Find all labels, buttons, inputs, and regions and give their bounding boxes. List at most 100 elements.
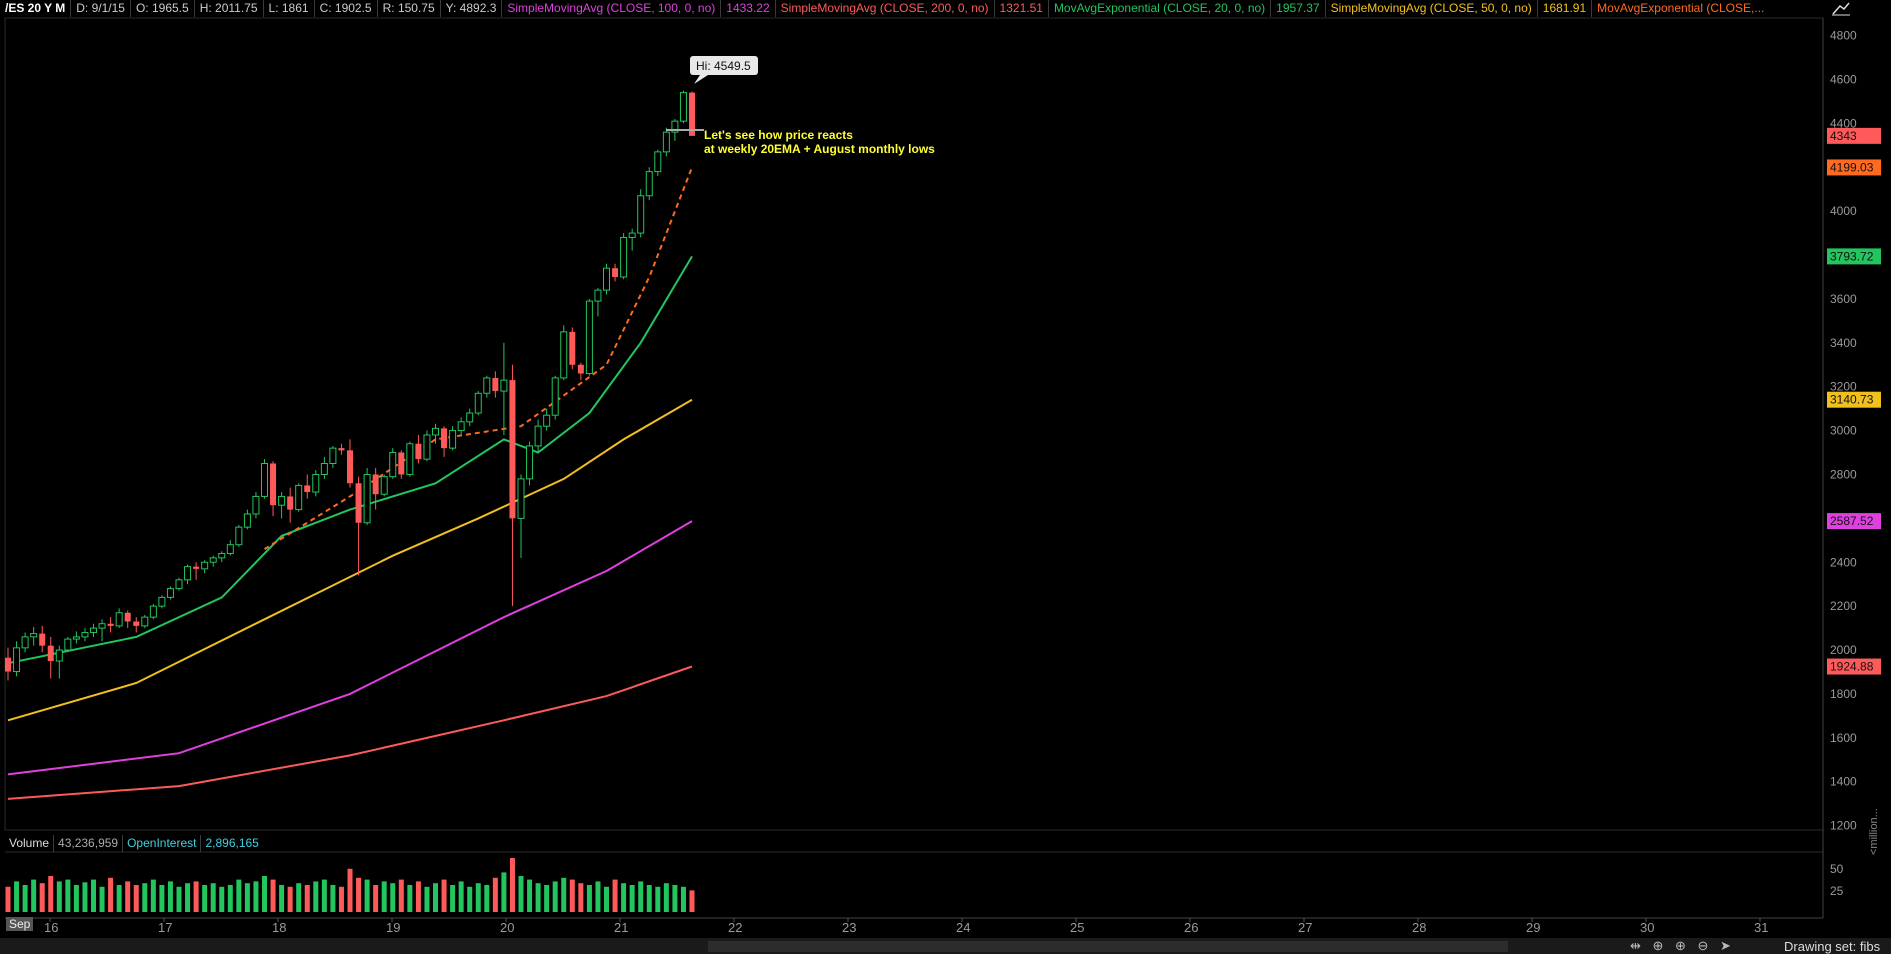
candle — [534, 419, 542, 453]
candle — [149, 603, 157, 620]
candle — [47, 636, 54, 679]
volume-bar — [415, 881, 421, 912]
candle — [551, 375, 559, 420]
volume-bar — [646, 885, 652, 912]
zoom-tools[interactable]: ⇹ ⊕ ⊕ ⊖ ➤ — [1630, 938, 1735, 954]
candle — [39, 625, 46, 653]
candle — [585, 298, 593, 376]
candle — [226, 540, 234, 556]
candle — [380, 474, 388, 497]
volume-bar — [287, 886, 293, 912]
candles — [5, 90, 695, 681]
open-interest-label[interactable]: OpenInterest — [123, 835, 202, 852]
candle — [637, 189, 645, 238]
candle — [295, 483, 303, 512]
price-chart[interactable]: 5025 12001400160018002000220024002600280… — [0, 0, 1891, 954]
candle — [594, 287, 602, 317]
volume-bar — [73, 885, 79, 912]
date-tick-label: 31 — [1754, 920, 1768, 935]
candle — [218, 551, 226, 563]
volume-bar — [390, 883, 396, 912]
candle — [679, 90, 687, 124]
candle — [252, 492, 260, 519]
candle — [270, 461, 277, 517]
volume-bar — [39, 883, 45, 912]
volume-bar — [48, 876, 54, 912]
candle — [441, 426, 448, 457]
scrollbar-thumb[interactable] — [708, 941, 1508, 952]
candle — [560, 325, 568, 381]
candle — [287, 487, 294, 523]
volume-bar — [82, 882, 88, 912]
volume-bar — [407, 885, 413, 912]
candle — [124, 610, 131, 629]
candle — [363, 467, 371, 525]
candle — [90, 623, 97, 637]
date-tick-label: 28 — [1412, 920, 1426, 935]
candle — [133, 617, 140, 633]
drawing-set-label[interactable]: Drawing set: fibs — [1784, 939, 1880, 954]
candle — [492, 371, 499, 398]
price-tick-label: 2000 — [1830, 643, 1857, 657]
candle — [526, 441, 534, 486]
candle — [517, 474, 525, 558]
volume-bar — [99, 886, 105, 912]
price-badge: 1924.88 — [1827, 658, 1881, 675]
candle — [389, 448, 397, 479]
svg-text:3140.73: 3140.73 — [1830, 393, 1874, 407]
volume-bar — [527, 879, 533, 912]
volume-bar — [262, 876, 267, 912]
volume-bar — [484, 885, 490, 912]
volume-bar — [595, 881, 601, 912]
candle — [620, 233, 628, 280]
svg-text:1924.88: 1924.88 — [1830, 660, 1874, 674]
volume-bar — [458, 881, 464, 912]
date-tick-label: 22 — [728, 920, 742, 935]
volume-bar — [133, 885, 139, 912]
volume-bar — [14, 881, 20, 912]
volume-label[interactable]: Volume — [5, 835, 55, 852]
candle — [243, 509, 251, 530]
volume-bar — [193, 881, 199, 912]
candle — [141, 614, 149, 629]
candle — [355, 476, 362, 576]
note-line-1[interactable]: Let's see how price reacts — [704, 128, 853, 142]
candle — [5, 647, 11, 681]
candle — [398, 450, 405, 479]
volume-bar — [296, 883, 302, 912]
price-axis: 1200140016001800200022002400260028003000… — [1830, 29, 1857, 833]
volume-value: 43,236,959 — [54, 835, 124, 852]
volume-bar — [338, 886, 344, 912]
volume-bar — [356, 877, 362, 912]
volume-bar — [150, 879, 156, 912]
candle — [500, 342, 508, 435]
note-line-2[interactable]: at weekly 20EMA + August monthly lows — [704, 142, 935, 156]
date-tick-label: 25 — [1070, 920, 1084, 935]
volume-bar — [433, 883, 438, 912]
hi-callout: Hi: 4549.5 — [690, 56, 758, 84]
volume-bar — [219, 886, 225, 912]
candle — [338, 443, 345, 455]
date-tick-label: 20 — [500, 920, 514, 935]
candle — [304, 474, 311, 499]
volume-bar — [638, 881, 644, 912]
candle — [612, 263, 619, 282]
month-label: Sep — [6, 917, 34, 931]
svg-text:3793.72: 3793.72 — [1830, 249, 1874, 263]
candle — [662, 127, 670, 157]
volume-bar — [689, 890, 695, 912]
price-tick-label: 1400 — [1830, 775, 1857, 789]
volume-bar — [586, 885, 592, 912]
candle — [415, 434, 422, 464]
volume-bar — [185, 883, 191, 912]
date-tick-label: 18 — [272, 920, 286, 935]
candle — [55, 645, 63, 679]
volume-bar — [364, 879, 370, 912]
volume-unit-label: <million... — [1868, 808, 1880, 855]
candle — [543, 408, 551, 431]
volume-bar — [398, 879, 404, 912]
volume-bar — [604, 886, 609, 912]
volume-bar — [441, 879, 447, 912]
price-tick-label: 4000 — [1830, 204, 1857, 218]
date-axis: 16 17 18 19 20 21 22 23 24 25 26 27 28 29 30 31 — [44, 918, 1768, 935]
